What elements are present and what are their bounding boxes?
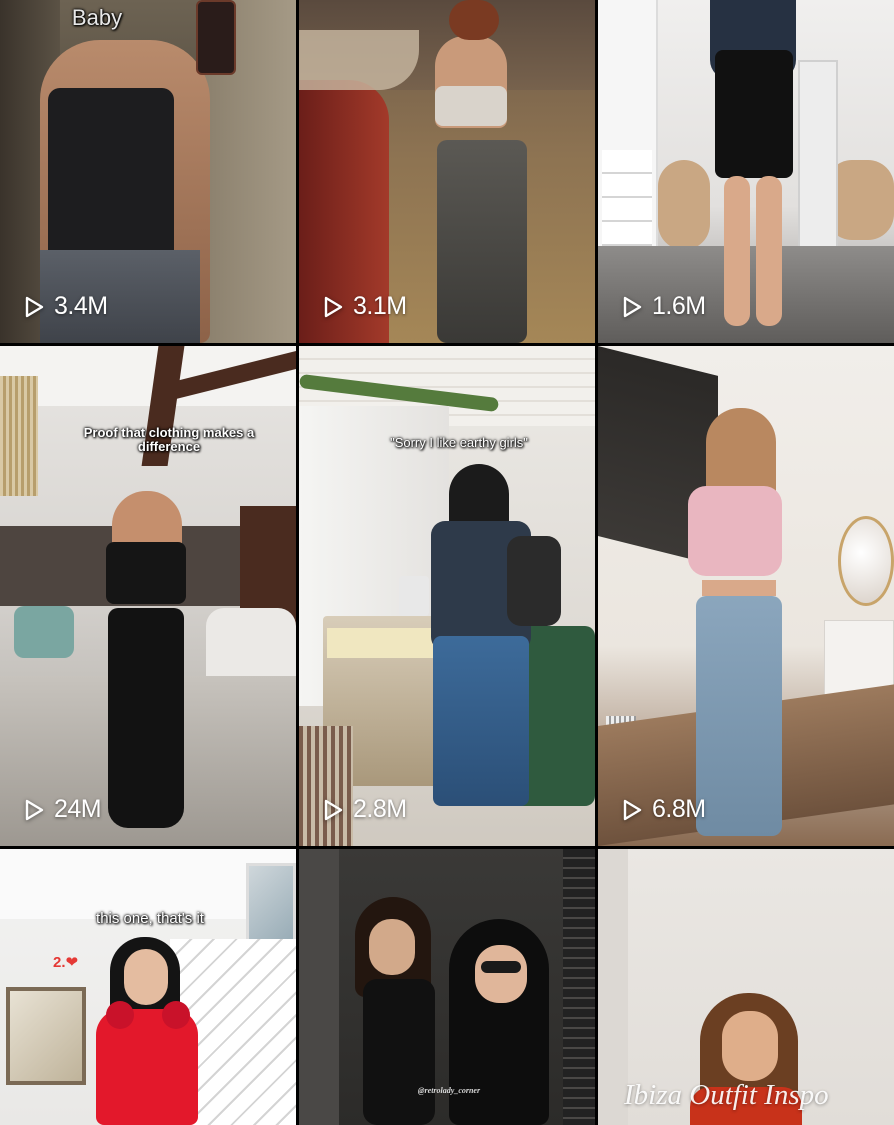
view-count-value: 1.6M bbox=[652, 292, 706, 320]
view-count-value: 6.8M bbox=[652, 795, 706, 823]
video-caption: "Sorry I like earthy girls" bbox=[390, 435, 528, 450]
video-tile-5[interactable]: "Sorry I like earthy girls" 2.8M bbox=[299, 346, 595, 846]
play-outline-icon bbox=[324, 296, 343, 317]
video-tile-6[interactable]: 6.8M bbox=[598, 346, 894, 846]
video-tile-8[interactable]: @retrolady_corner bbox=[299, 849, 595, 1125]
view-count: 6.8M bbox=[620, 795, 706, 824]
video-tile-4[interactable]: Proof that clothing makes a difference 2… bbox=[0, 346, 296, 846]
video-tile-2[interactable]: 3.1M bbox=[299, 0, 595, 343]
view-count-value: 2.8M bbox=[353, 795, 407, 823]
video-thumbnail bbox=[299, 849, 595, 1125]
video-caption: Baby bbox=[71, 5, 123, 30]
video-tile-9[interactable]: Ibiza Outfit Inspo bbox=[598, 849, 894, 1125]
view-count-value: 3.1M bbox=[353, 292, 407, 320]
video-thumbnail bbox=[598, 346, 894, 846]
video-thumbnail bbox=[299, 346, 595, 846]
play-outline-icon bbox=[623, 799, 642, 820]
video-thumbnail bbox=[0, 849, 296, 1125]
video-grid: Baby 3.4M 3.1M 1.6M Proof that clothing … bbox=[0, 0, 894, 1125]
view-count-value: 24M bbox=[54, 795, 102, 823]
rank-badge: 2.❤ bbox=[53, 954, 79, 971]
view-count: 24M bbox=[22, 795, 102, 824]
view-count: 2.8M bbox=[321, 795, 407, 824]
play-outline-icon bbox=[623, 296, 642, 317]
play-outline-icon bbox=[25, 799, 44, 820]
play-outline-icon bbox=[324, 799, 343, 820]
view-count: 1.6M bbox=[620, 292, 706, 321]
video-caption: Proof that clothing makes a difference bbox=[83, 425, 255, 455]
watermark: @retrolady_corner bbox=[417, 1086, 481, 1095]
video-tile-3[interactable]: 1.6M bbox=[598, 0, 894, 343]
video-caption: Ibiza Outfit Inspo bbox=[624, 1079, 829, 1111]
video-tile-7[interactable]: this one, that's it 2.❤ bbox=[0, 849, 296, 1125]
video-thumbnail bbox=[0, 346, 296, 846]
video-caption: this one, that's it bbox=[96, 910, 204, 927]
play-outline-icon bbox=[25, 296, 44, 317]
view-count: 3.4M bbox=[22, 292, 108, 321]
view-count-value: 3.4M bbox=[54, 292, 108, 320]
view-count: 3.1M bbox=[321, 292, 407, 321]
video-tile-1[interactable]: Baby 3.4M bbox=[0, 0, 296, 343]
